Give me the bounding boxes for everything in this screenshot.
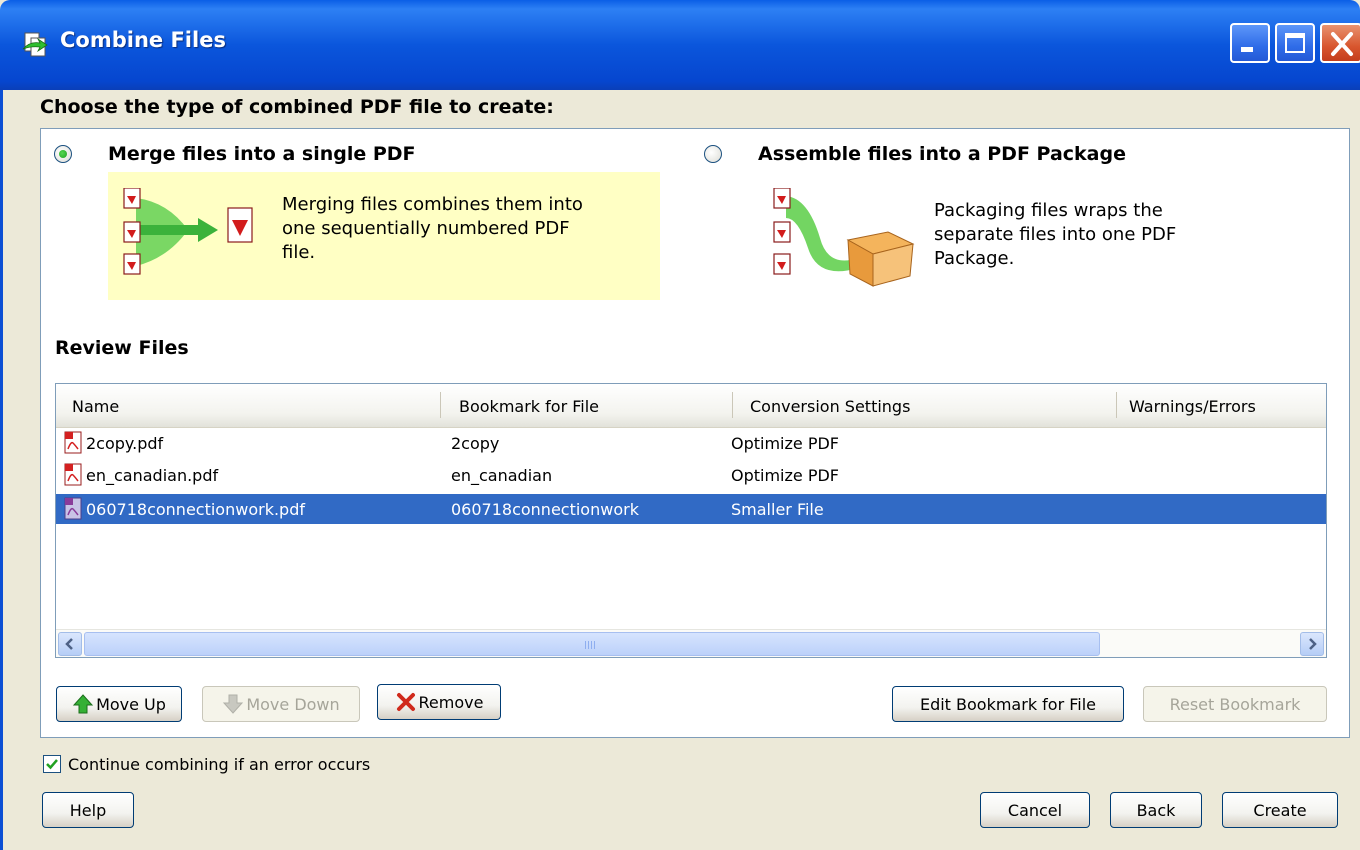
checkmark-icon bbox=[46, 759, 58, 770]
window-title: Combine Files bbox=[60, 28, 226, 52]
list-header: Name Bookmark for File Conversion Settin… bbox=[56, 384, 1326, 428]
move-down-label: Move Down bbox=[246, 694, 340, 714]
column-header-bookmark[interactable]: Bookmark for File bbox=[459, 397, 599, 416]
continue-on-error-label[interactable]: Continue combining if an error occurs bbox=[68, 755, 370, 774]
merge-description-line: one sequentially numbered PDF bbox=[282, 218, 570, 239]
choose-type-heading: Choose the type of combined PDF file to … bbox=[40, 96, 554, 118]
chevron-left-icon bbox=[65, 638, 73, 650]
remove-button[interactable]: Remove bbox=[377, 684, 501, 720]
merge-description-line: Merging files combines them into bbox=[282, 194, 583, 215]
chevron-right-icon bbox=[1309, 638, 1317, 650]
continue-on-error-checkbox[interactable] bbox=[43, 755, 61, 773]
edit-bookmark-label: Edit Bookmark for File bbox=[919, 694, 1097, 714]
column-header-name[interactable]: Name bbox=[72, 397, 119, 416]
reset-bookmark-button[interactable]: Reset Bookmark bbox=[1143, 686, 1327, 722]
column-separator[interactable] bbox=[1116, 392, 1117, 418]
table-row-selected[interactable]: 060718connectionwork.pdf 060718connectio… bbox=[56, 494, 1326, 524]
package-description-line: Package. bbox=[934, 248, 1015, 269]
package-description: Packaging files wraps the separate files… bbox=[934, 199, 1176, 271]
package-option-label[interactable]: Assemble files into a PDF Package bbox=[758, 143, 1126, 165]
pdf-file-icon bbox=[64, 463, 82, 486]
table-row[interactable]: en_canadian.pdf en_canadian Optimize PDF bbox=[56, 460, 1326, 490]
minimize-icon bbox=[1241, 47, 1253, 52]
column-separator[interactable] bbox=[440, 392, 441, 418]
scroll-left-button[interactable] bbox=[58, 632, 82, 656]
column-header-conversion[interactable]: Conversion Settings bbox=[750, 397, 910, 416]
scroll-thumb[interactable] bbox=[84, 632, 1100, 656]
file-bookmark: 060718connectionwork bbox=[451, 500, 639, 519]
merge-illustration-icon bbox=[123, 188, 253, 275]
file-name: 060718connectionwork.pdf bbox=[86, 500, 305, 519]
move-up-button[interactable]: Move Up bbox=[56, 686, 182, 722]
help-button[interactable]: Help bbox=[42, 792, 134, 828]
remove-label: Remove bbox=[418, 692, 484, 712]
back-button[interactable]: Back bbox=[1110, 792, 1202, 828]
create-button[interactable]: Create bbox=[1222, 792, 1338, 828]
help-label: Help bbox=[69, 800, 107, 820]
horizontal-scrollbar[interactable] bbox=[56, 629, 1326, 657]
file-conversion: Optimize PDF bbox=[731, 466, 839, 485]
table-row[interactable]: 2copy.pdf 2copy Optimize PDF bbox=[56, 428, 1326, 458]
file-bookmark: 2copy bbox=[451, 434, 500, 453]
cancel-label: Cancel bbox=[1007, 800, 1063, 820]
file-conversion: Optimize PDF bbox=[731, 434, 839, 453]
move-up-label: Move Up bbox=[96, 694, 166, 714]
file-list[interactable]: Name Bookmark for File Conversion Settin… bbox=[55, 383, 1327, 658]
package-description-line: separate files into one PDF bbox=[934, 224, 1177, 245]
pdf-file-icon bbox=[64, 431, 82, 454]
scroll-grip bbox=[585, 641, 595, 649]
maximize-icon bbox=[1285, 33, 1305, 53]
package-illustration-icon bbox=[773, 188, 915, 287]
minimize-button[interactable] bbox=[1230, 23, 1270, 63]
file-name: en_canadian.pdf bbox=[86, 466, 219, 485]
merge-description: Merging files combines them into one seq… bbox=[282, 193, 583, 265]
back-label: Back bbox=[1136, 800, 1176, 820]
package-description-line: Packaging files wraps the bbox=[934, 200, 1163, 221]
package-radio[interactable] bbox=[704, 145, 722, 163]
scroll-right-button[interactable] bbox=[1300, 632, 1324, 656]
column-separator[interactable] bbox=[732, 392, 733, 418]
file-conversion: Smaller File bbox=[731, 500, 824, 519]
arrow-down-icon bbox=[223, 694, 244, 714]
merge-option-label[interactable]: Merge files into a single PDF bbox=[108, 143, 416, 165]
edit-bookmark-button[interactable]: Edit Bookmark for File bbox=[892, 686, 1124, 722]
merge-description-line: file. bbox=[282, 242, 316, 263]
cancel-button[interactable]: Cancel bbox=[980, 792, 1090, 828]
arrow-up-icon bbox=[72, 694, 94, 714]
move-down-button[interactable]: Move Down bbox=[202, 686, 360, 722]
maximize-button[interactable] bbox=[1275, 23, 1315, 63]
remove-x-icon bbox=[396, 693, 415, 711]
merge-radio[interactable] bbox=[54, 145, 72, 163]
combine-files-icon bbox=[22, 32, 48, 57]
close-icon bbox=[1331, 32, 1353, 56]
close-button[interactable] bbox=[1320, 23, 1360, 63]
review-files-heading: Review Files bbox=[55, 337, 189, 359]
reset-bookmark-label: Reset Bookmark bbox=[1169, 694, 1301, 714]
column-header-warnings[interactable]: Warnings/Errors bbox=[1129, 397, 1256, 416]
title-bar[interactable]: Combine Files bbox=[0, 0, 1360, 90]
file-name: 2copy.pdf bbox=[86, 434, 164, 453]
create-label: Create bbox=[1253, 800, 1307, 820]
file-bookmark: en_canadian bbox=[451, 466, 553, 485]
pdf-file-icon bbox=[64, 497, 82, 520]
